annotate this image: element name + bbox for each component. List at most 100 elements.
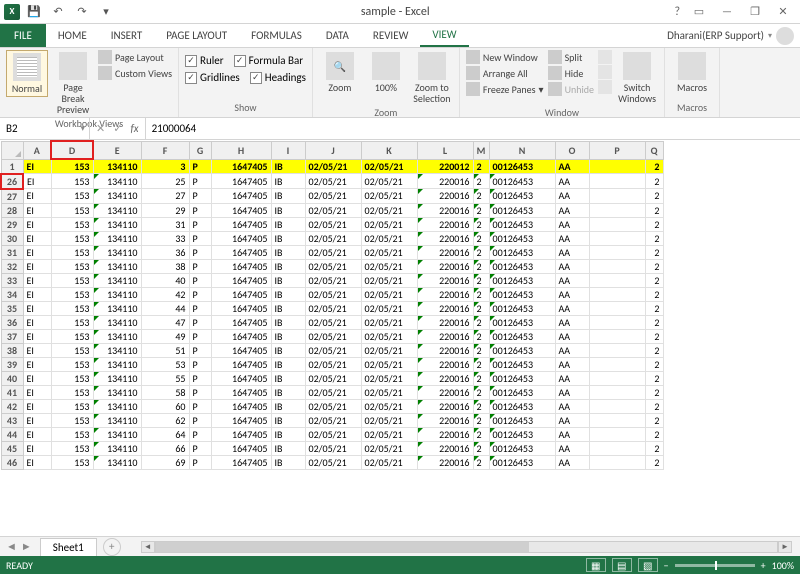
row-header[interactable]: 46 (1, 455, 23, 469)
cell[interactable]: 00126453 (489, 273, 555, 287)
column-header[interactable]: M (473, 141, 489, 159)
cell[interactable]: 134110 (93, 371, 141, 385)
cell[interactable]: AA (555, 371, 589, 385)
cell[interactable]: P (189, 385, 211, 399)
cell[interactable]: 220016 (417, 441, 473, 455)
cell[interactable]: 1647405 (211, 245, 271, 259)
row-header[interactable]: 29 (1, 217, 23, 231)
column-header[interactable]: H (211, 141, 271, 159)
cell[interactable]: 02/05/21 (361, 315, 417, 329)
cell[interactable] (589, 189, 645, 204)
cell[interactable]: 02/05/21 (305, 315, 361, 329)
hscroll-track[interactable] (155, 541, 778, 553)
column-header[interactable]: P (589, 141, 645, 159)
cell[interactable]: 2 (473, 217, 489, 231)
cell[interactable]: 153 (51, 301, 93, 315)
cell[interactable]: EI (23, 371, 51, 385)
cell[interactable]: 02/05/21 (305, 455, 361, 469)
cell[interactable]: 220016 (417, 329, 473, 343)
cell[interactable]: 134110 (93, 259, 141, 273)
cell[interactable]: 02/05/21 (361, 399, 417, 413)
cell[interactable] (589, 287, 645, 301)
cell[interactable]: 2 (645, 399, 663, 413)
cell[interactable]: 00126453 (489, 441, 555, 455)
cell[interactable]: 02/05/21 (305, 231, 361, 245)
cell[interactable]: 220016 (417, 315, 473, 329)
new-window-button[interactable]: New Window (466, 50, 544, 64)
formulas-tab[interactable]: FORMULAS (239, 24, 314, 47)
cell[interactable]: AA (555, 455, 589, 469)
cell[interactable]: 220016 (417, 231, 473, 245)
cell[interactable]: 02/05/21 (305, 329, 361, 343)
cell[interactable]: AA (555, 174, 589, 189)
cell[interactable]: 1647405 (211, 329, 271, 343)
cell[interactable]: 1647405 (211, 217, 271, 231)
cell[interactable]: 1647405 (211, 413, 271, 427)
cell[interactable]: 153 (51, 441, 93, 455)
cell[interactable]: 00126453 (489, 217, 555, 231)
scroll-left-button[interactable]: ◄ (141, 541, 155, 553)
cell[interactable]: IB (271, 231, 305, 245)
cell[interactable]: 153 (51, 371, 93, 385)
cell[interactable]: AA (555, 441, 589, 455)
cell[interactable]: 02/05/21 (305, 427, 361, 441)
cell[interactable]: 49 (141, 329, 189, 343)
next-sheet-button[interactable]: ► (21, 540, 32, 553)
cell[interactable] (589, 371, 645, 385)
cell[interactable]: 220016 (417, 189, 473, 204)
cell[interactable]: EI (23, 174, 51, 189)
cell[interactable]: 02/05/21 (361, 159, 417, 174)
cell[interactable]: 02/05/21 (361, 357, 417, 371)
add-sheet-button[interactable]: + (103, 538, 121, 556)
cell[interactable]: 02/05/21 (305, 357, 361, 371)
column-header[interactable]: E (93, 141, 141, 159)
cell[interactable]: 1647405 (211, 159, 271, 174)
cell[interactable]: EI (23, 427, 51, 441)
cell[interactable]: 2 (473, 357, 489, 371)
cell[interactable]: 00126453 (489, 455, 555, 469)
cell[interactable]: 2 (645, 287, 663, 301)
cell[interactable]: 134110 (93, 455, 141, 469)
cell[interactable]: 134110 (93, 427, 141, 441)
cell[interactable]: 134110 (93, 287, 141, 301)
cell[interactable]: 2 (473, 245, 489, 259)
cell[interactable]: 220016 (417, 413, 473, 427)
zoom-slider[interactable] (675, 564, 755, 567)
cell[interactable]: 00126453 (489, 203, 555, 217)
row-header[interactable]: 44 (1, 427, 23, 441)
cell[interactable]: 220016 (417, 217, 473, 231)
cell[interactable]: IB (271, 357, 305, 371)
cell[interactable]: 153 (51, 315, 93, 329)
scroll-right-button[interactable]: ► (778, 541, 792, 553)
qat-customize-button[interactable]: ▾ (96, 2, 116, 22)
cell[interactable]: 62 (141, 413, 189, 427)
row-header[interactable]: 28 (1, 203, 23, 217)
cell[interactable]: 60 (141, 399, 189, 413)
cell[interactable]: 25 (141, 174, 189, 189)
cell[interactable]: 220016 (417, 357, 473, 371)
enter-formula-icon[interactable]: ✓ (113, 122, 122, 135)
cell[interactable]: 2 (473, 413, 489, 427)
cell[interactable]: 02/05/21 (361, 385, 417, 399)
cell[interactable]: 29 (141, 203, 189, 217)
cell[interactable]: 2 (645, 343, 663, 357)
cell[interactable]: 02/05/21 (361, 287, 417, 301)
cell[interactable]: P (189, 203, 211, 217)
undo-button[interactable]: ↶ (48, 2, 68, 22)
close-button[interactable]: ✕ (770, 2, 796, 22)
cell[interactable]: 153 (51, 259, 93, 273)
cell[interactable]: 2 (473, 287, 489, 301)
cell[interactable]: 134110 (93, 399, 141, 413)
cell[interactable]: 02/05/21 (361, 245, 417, 259)
cell[interactable]: 2 (645, 371, 663, 385)
cell[interactable]: 2 (473, 189, 489, 204)
row-header[interactable]: 37 (1, 329, 23, 343)
cell[interactable]: 00126453 (489, 287, 555, 301)
row-header[interactable]: 26 (1, 174, 23, 189)
cell[interactable]: P (189, 231, 211, 245)
cell[interactable]: 02/05/21 (361, 455, 417, 469)
cell[interactable]: 220016 (417, 371, 473, 385)
cell[interactable]: AA (555, 245, 589, 259)
cell[interactable]: 134110 (93, 441, 141, 455)
cell[interactable]: 153 (51, 287, 93, 301)
